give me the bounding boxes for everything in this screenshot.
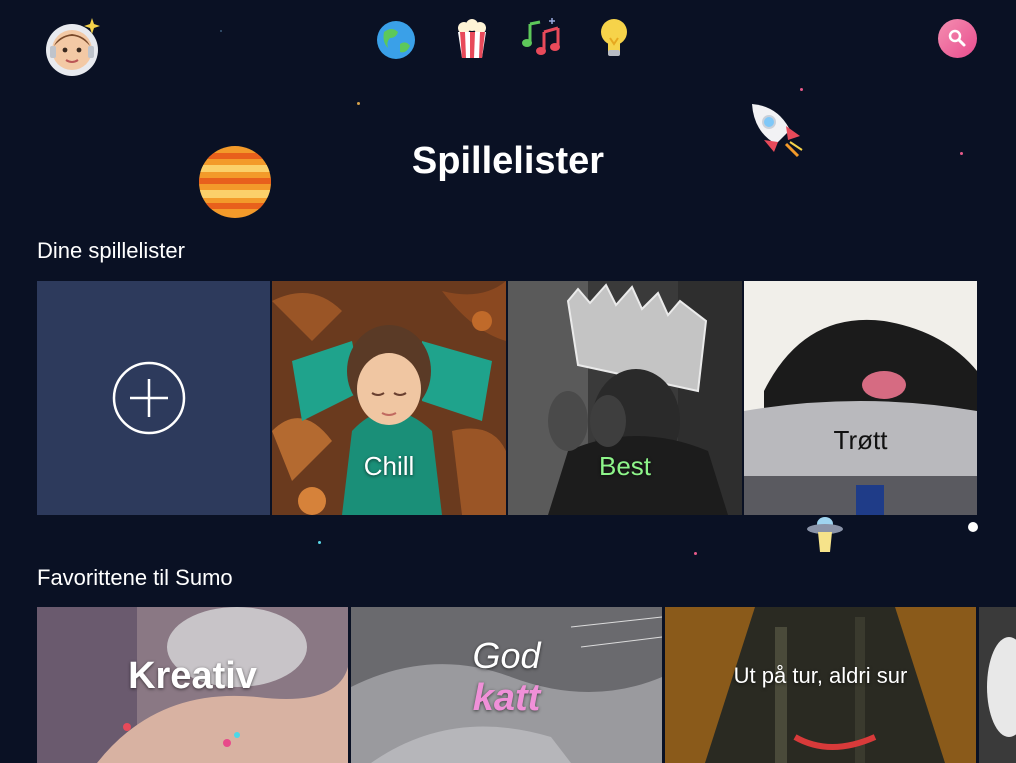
favorite-tile-partial[interactable] xyxy=(979,607,1016,763)
playlist-tile-trott[interactable]: Trøtt xyxy=(744,281,977,515)
star-dot xyxy=(968,522,978,532)
playlist-label: Trøtt xyxy=(833,425,888,455)
playlist-tile-best[interactable]: Best xyxy=(508,281,742,515)
favorite-tile-kreativ[interactable]: Kreativ xyxy=(37,607,348,763)
star-dot xyxy=(357,102,360,105)
globe-icon[interactable] xyxy=(374,16,422,64)
category-nav xyxy=(374,16,634,64)
star-dot xyxy=(318,541,321,544)
playlist-tile-chill[interactable]: Chill xyxy=(272,281,506,515)
magnifier-icon xyxy=(948,29,966,47)
section-title-favorites: Favorittene til Sumo xyxy=(37,565,233,590)
top-bar xyxy=(0,0,1016,80)
ufo-decoration-icon xyxy=(804,514,846,556)
playlist-label: Chill xyxy=(363,451,415,481)
add-playlist-button[interactable] xyxy=(37,281,270,515)
favorite-tile-god-katt[interactable]: God katt xyxy=(351,607,662,763)
music-notes-icon[interactable] xyxy=(522,16,570,64)
favorite-label-bottom: katt xyxy=(472,677,541,719)
section-title-my-playlists: Dine spillelister xyxy=(37,238,185,263)
favorite-label-top: God xyxy=(472,635,541,676)
favorite-tile-ut-pa-tur[interactable]: Ut på tur, aldri sur xyxy=(665,607,976,763)
favorite-label: Kreativ xyxy=(128,655,257,697)
favorite-label: Ut på tur, aldri sur xyxy=(733,663,908,688)
star-dot xyxy=(694,552,697,555)
search-button[interactable] xyxy=(938,19,977,58)
plus-circle-icon xyxy=(112,361,186,435)
popcorn-icon[interactable] xyxy=(450,16,498,64)
star-dot xyxy=(800,88,803,91)
favorite-image xyxy=(979,607,1016,763)
astronaut-avatar-icon[interactable] xyxy=(42,16,104,78)
playlist-label: Best xyxy=(598,451,652,481)
page-title: Spillelister xyxy=(411,140,605,182)
lightbulb-icon[interactable] xyxy=(596,16,644,64)
playlist-image xyxy=(744,281,977,515)
